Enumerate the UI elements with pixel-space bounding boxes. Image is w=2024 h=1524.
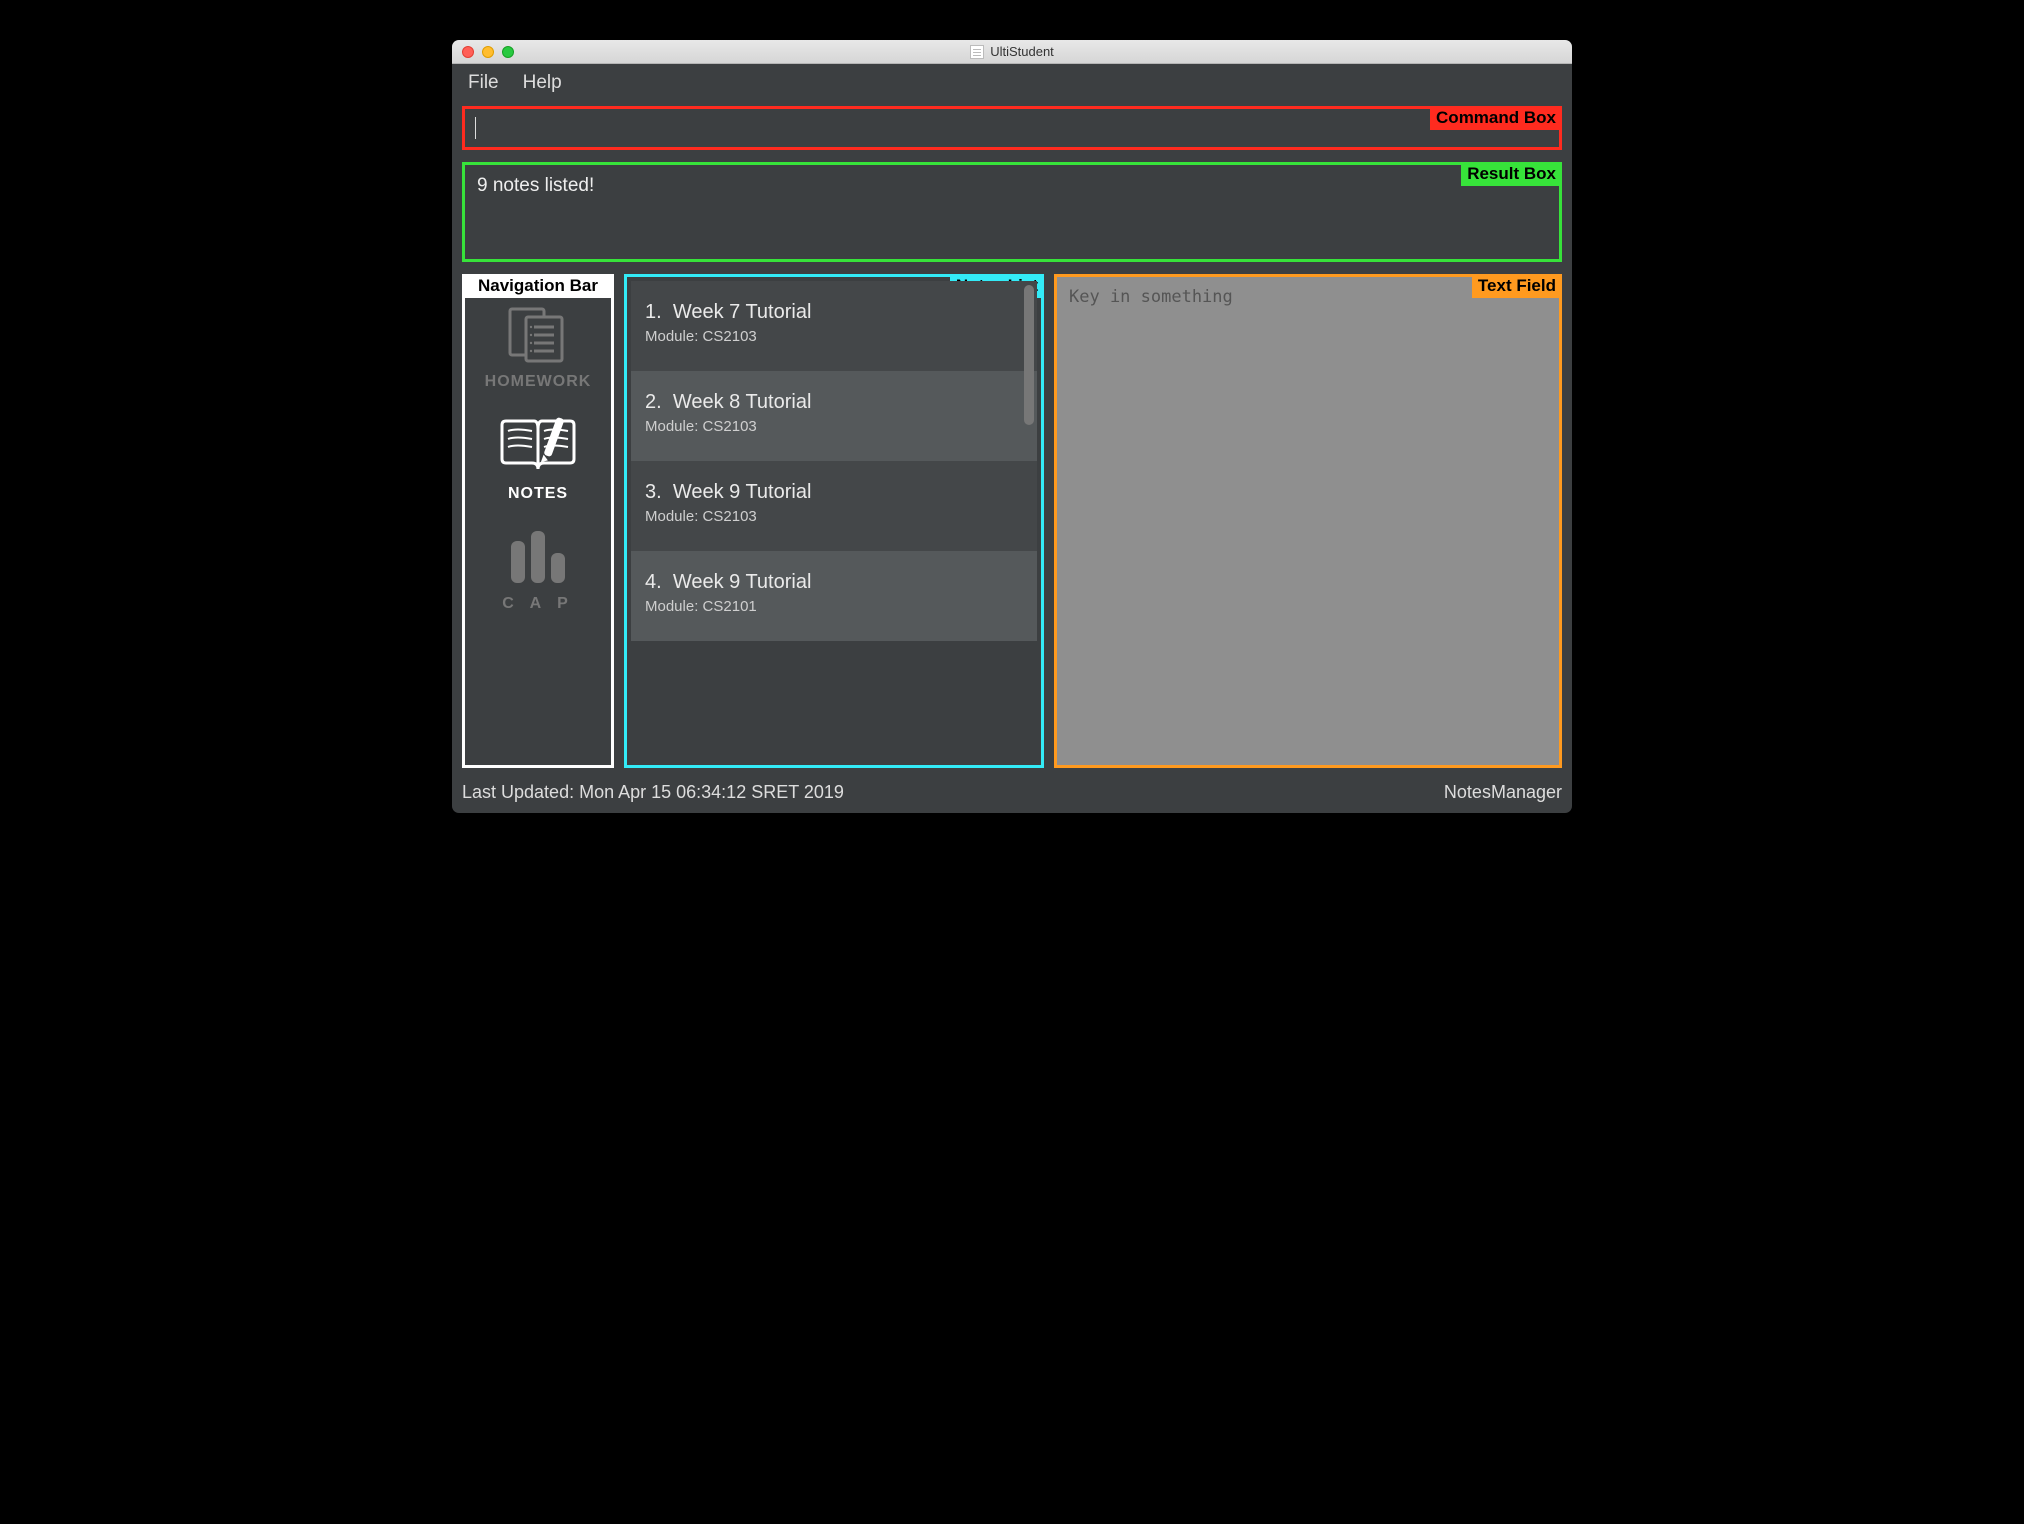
status-last-updated: Last Updated: Mon Apr 15 06:34:12 SRET 2… <box>462 782 844 803</box>
command-box[interactable]: Command Box <box>462 106 1562 150</box>
notes-icon <box>496 415 580 477</box>
nav-item-homework[interactable]: HOMEWORK <box>485 305 592 391</box>
notes-list: Notes List 1. Week 7 Tutorial Module: CS… <box>624 274 1044 768</box>
text-field[interactable]: Text Field <box>1054 274 1562 768</box>
list-item[interactable]: 3. Week 9 Tutorial Module: CS2103 <box>631 461 1037 551</box>
minimize-icon[interactable] <box>482 46 494 58</box>
content-row: Navigation Bar <box>452 268 1572 776</box>
nav-item-notes[interactable]: NOTES <box>496 415 580 503</box>
zoom-icon[interactable] <box>502 46 514 58</box>
note-module: Module: CS2103 <box>645 328 1023 345</box>
traffic-lights <box>462 46 514 58</box>
note-module: Module: CS2103 <box>645 418 1023 435</box>
text-field-label: Text Field <box>1472 274 1562 298</box>
result-message: 9 notes listed! <box>477 175 594 196</box>
nav-item-label: HOMEWORK <box>485 373 592 391</box>
notes-scroll[interactable]: 1. Week 7 Tutorial Module: CS2103 2. Wee… <box>631 281 1037 761</box>
status-mode: NotesManager <box>1444 782 1562 803</box>
window-title: UltiStudent <box>990 44 1054 59</box>
command-input[interactable] <box>476 118 1549 138</box>
menu-help[interactable]: Help <box>523 72 562 94</box>
menubar: File Help <box>452 64 1572 102</box>
titlebar: UltiStudent <box>452 40 1572 64</box>
command-box-label: Command Box <box>1430 106 1562 130</box>
window-title-wrap: UltiStudent <box>970 44 1054 59</box>
result-box: 9 notes listed! Result Box <box>462 162 1562 262</box>
cap-icon <box>503 527 573 587</box>
list-item[interactable]: 4. Week 9 Tutorial Module: CS2101 <box>631 551 1037 641</box>
document-icon <box>970 45 984 59</box>
navigation-bar: Navigation Bar <box>462 274 614 768</box>
homework-icon <box>504 305 572 365</box>
list-item[interactable]: 1. Week 7 Tutorial Module: CS2103 <box>631 281 1037 371</box>
nav-item-label: C A P <box>502 595 573 613</box>
note-title: 3. Week 9 Tutorial <box>645 481 1023 504</box>
note-title: 1. Week 7 Tutorial <box>645 301 1023 324</box>
result-box-label: Result Box <box>1461 162 1562 186</box>
app-window: UltiStudent File Help Command Box 9 note… <box>452 40 1572 813</box>
list-item[interactable]: 2. Week 8 Tutorial Module: CS2103 <box>631 371 1037 461</box>
close-icon[interactable] <box>462 46 474 58</box>
note-title: 4. Week 9 Tutorial <box>645 571 1023 594</box>
text-field-input[interactable] <box>1069 287 1547 755</box>
statusbar: Last Updated: Mon Apr 15 06:34:12 SRET 2… <box>452 776 1572 813</box>
note-title: 2. Week 8 Tutorial <box>645 391 1023 414</box>
note-module: Module: CS2101 <box>645 598 1023 615</box>
scrollbar-thumb[interactable] <box>1024 285 1034 425</box>
note-module: Module: CS2103 <box>645 508 1023 525</box>
nav-item-cap[interactable]: C A P <box>502 527 573 613</box>
nav-item-label: NOTES <box>508 485 568 503</box>
menu-file[interactable]: File <box>468 72 499 94</box>
navigation-bar-label: Navigation Bar <box>462 274 614 298</box>
